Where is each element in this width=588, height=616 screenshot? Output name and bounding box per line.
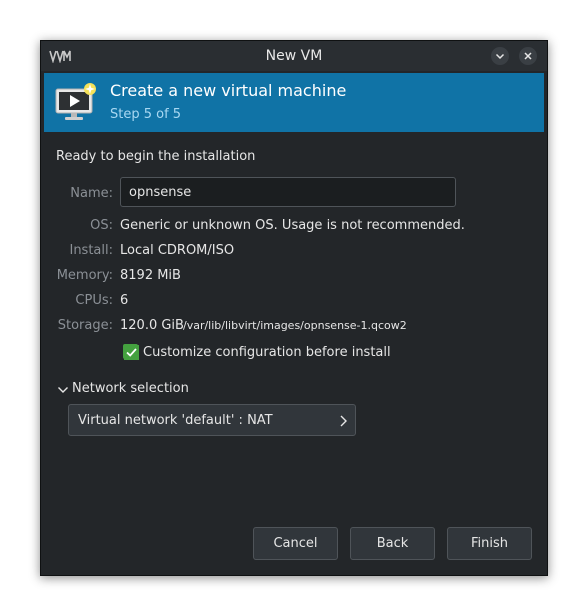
chevron-down-icon xyxy=(495,53,505,60)
network-source-value: Virtual network 'default' : NAT xyxy=(78,413,273,428)
checkmark-icon xyxy=(124,345,139,360)
close-icon xyxy=(524,52,532,60)
minimize-button[interactable] xyxy=(491,47,509,65)
customize-label[interactable]: Customize configuration before install xyxy=(143,345,391,360)
finish-button[interactable]: Finish xyxy=(447,527,532,560)
wizard-step: Step 5 of 5 xyxy=(110,107,182,122)
window-title: New VM xyxy=(265,48,323,64)
os-label: OS: xyxy=(90,218,113,233)
memory-value: 8192 MiB xyxy=(120,268,181,283)
storage-label: Storage: xyxy=(57,318,113,333)
network-selection-label: Network selection xyxy=(72,381,189,396)
os-value: Generic or unknown OS. Usage is not reco… xyxy=(120,218,465,233)
title-bar[interactable]: New VM xyxy=(41,41,547,71)
storage-path: /var/lib/libvirt/images/opnsense-1.qcow2 xyxy=(183,319,407,332)
install-value: Local CDROM/ISO xyxy=(120,243,235,258)
monitor-play-icon xyxy=(55,83,96,120)
network-source-combo[interactable]: Virtual network 'default' : NAT xyxy=(68,404,356,436)
chevron-down-icon xyxy=(58,387,68,393)
close-button[interactable] xyxy=(519,47,537,65)
wizard-title: Create a new virtual machine xyxy=(110,81,347,100)
back-button[interactable]: Back xyxy=(350,527,435,560)
storage-size: 120.0 GiB xyxy=(120,318,184,333)
customize-checkbox[interactable] xyxy=(123,344,139,360)
vm-name-input[interactable] xyxy=(120,177,456,207)
ready-text: Ready to begin the installation xyxy=(56,149,256,164)
new-vm-dialog: New VM Create a new virtual machine Step… xyxy=(40,40,548,576)
memory-label: Memory: xyxy=(56,268,113,283)
cpus-label: CPUs: xyxy=(75,293,113,308)
cancel-button[interactable]: Cancel xyxy=(253,527,338,560)
cpus-value: 6 xyxy=(120,293,129,308)
wizard-header: Create a new virtual machine Step 5 of 5 xyxy=(44,73,544,132)
name-label: Name: xyxy=(70,186,113,201)
install-label: Install: xyxy=(69,243,113,258)
chevron-right-icon xyxy=(340,415,347,427)
